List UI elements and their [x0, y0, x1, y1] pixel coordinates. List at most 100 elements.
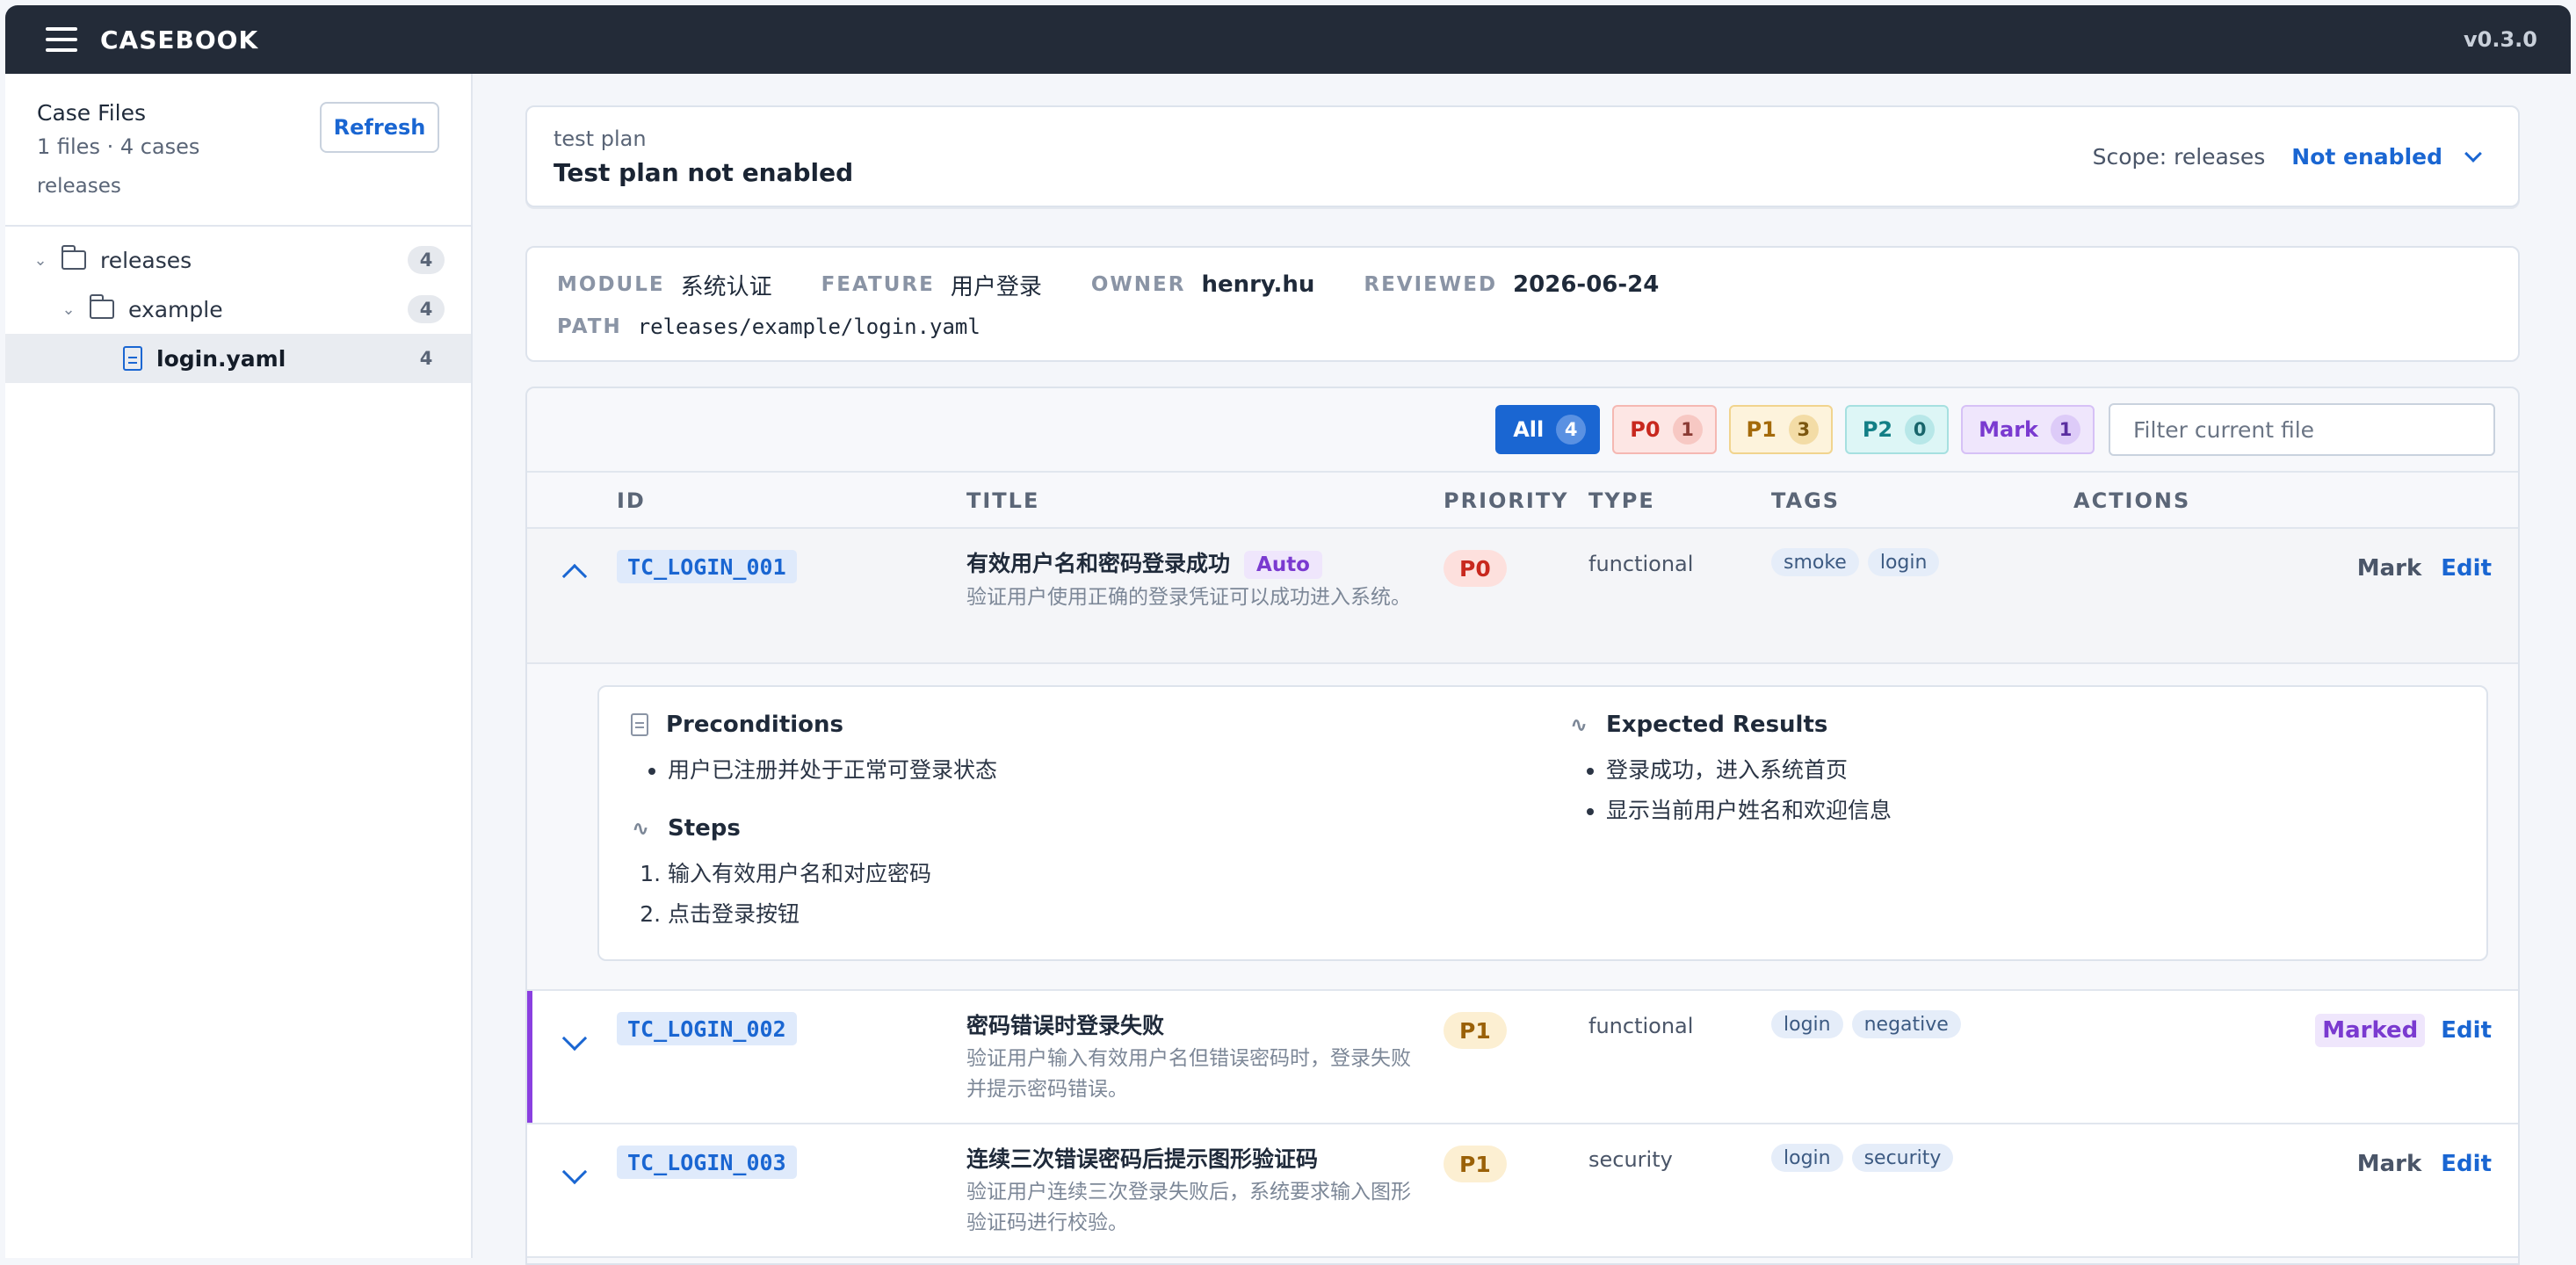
main-content: test plan Test plan not enabled Scope: r… [525, 105, 2520, 1265]
chip-count: 0 [1905, 415, 1936, 445]
filter-chip-all[interactable]: All 4 [1495, 405, 1601, 454]
chip-label: All [1513, 417, 1545, 442]
sidebar: Case Files 1 files · 4 cases releases Re… [5, 74, 473, 1258]
table-row[interactable]: TC_LOGIN_002 密码错误时登录失败 验证用户输入有效用户名但错误密码时… [527, 991, 2518, 1124]
steps-section: ∿ Steps 输入有效用户名和对应密码 点击登录按钮 [631, 815, 931, 935]
tree-item-login-yaml[interactable]: login.yaml 4 [5, 334, 471, 383]
case-id[interactable]: TC_LOGIN_003 [617, 1146, 797, 1179]
case-title-cell: 密码错误时登录失败 验证用户输入有效用户名但错误密码时，登录失败并提示密码错误。 [966, 1008, 1423, 1105]
mark-button[interactable]: Mark [2357, 555, 2422, 582]
precondition-item: 用户已注册并处于正常可登录状态 [668, 750, 997, 791]
case-id[interactable]: TC_LOGIN_001 [617, 550, 797, 583]
step-item: 输入有效用户名和对应密码 [668, 854, 931, 894]
column-header-type: TYPE [1588, 488, 1655, 513]
edit-button[interactable]: Edit [2441, 1151, 2492, 1177]
reviewed-value: 2026-06-24 [1513, 271, 1660, 298]
case-title: 密码错误时登录失败 [966, 1013, 1165, 1038]
folder-icon [61, 245, 86, 270]
preconditions-title: Preconditions [666, 712, 844, 738]
column-header-id: ID [617, 488, 646, 513]
module-key: MODULE [557, 273, 665, 296]
priority-badge: P1 [1444, 1012, 1507, 1049]
scope-text: Scope: releases [2092, 144, 2266, 170]
case-description: 验证用户连续三次登录失败后，系统要求输入图形验证码进行校验。 [966, 1181, 1411, 1234]
count-badge: 4 [408, 246, 445, 274]
chevron-down-icon[interactable] [2464, 144, 2482, 163]
filter-chip-mark[interactable]: Mark 1 [1961, 405, 2095, 454]
tag: login [1771, 1144, 1843, 1172]
chevron-down-icon[interactable]: ⌄ [32, 251, 49, 270]
case-title-cell: 连续三次错误密码后提示图形验证码 验证用户连续三次登录失败后，系统要求输入图形验… [966, 1142, 1423, 1239]
sidebar-header: Case Files 1 files · 4 cases releases Re… [5, 74, 471, 227]
case-title-cell: 有效用户名和密码登录成功 Auto 验证用户使用正确的登录凭证可以成功进入系统。 [966, 546, 1423, 613]
steps-title: Steps [668, 815, 741, 842]
activity-icon: ∿ [1569, 712, 1588, 737]
case-type: security [1588, 1147, 1673, 1172]
app-version: v0.3.0 [2464, 27, 2537, 52]
chip-label: P0 [1630, 417, 1661, 442]
chevron-down-icon[interactable] [561, 1025, 588, 1052]
row-actions: Marked Edit [2315, 1014, 2492, 1047]
cases-table: All 4 P0 1 P1 3 P2 0 Mark 1 ID TITL [525, 387, 2520, 1265]
tree-item-example[interactable]: ⌄ example 4 [5, 285, 471, 334]
file-icon [123, 346, 142, 371]
table-row[interactable]: TC_LOGIN_001 有效用户名和密码登录成功 Auto 验证用户使用正确的登… [527, 529, 2518, 664]
chip-label: Mark [1979, 417, 2038, 442]
chip-label: P2 [1862, 417, 1893, 442]
path-value: releases/example/login.yaml [637, 314, 980, 339]
tag-list: login security [1771, 1144, 1962, 1172]
expected-title: Expected Results [1606, 712, 1828, 738]
tree-item-releases[interactable]: ⌄ releases 4 [5, 235, 471, 285]
tag: login [1867, 548, 1940, 576]
auto-badge: Auto [1244, 551, 1322, 579]
row-actions: Mark Edit [2357, 1151, 2492, 1177]
module-value: 系统认证 [680, 273, 772, 300]
refresh-button[interactable]: Refresh [320, 102, 439, 153]
count-badge: 4 [408, 295, 445, 323]
chip-count: 1 [1672, 415, 1703, 445]
filter-bar: All 4 P0 1 P1 3 P2 0 Mark 1 [527, 388, 2518, 471]
filter-chip-p1[interactable]: P1 3 [1728, 405, 1833, 454]
count-badge: 4 [419, 348, 433, 369]
priority-badge: P0 [1444, 550, 1507, 587]
edit-button[interactable]: Edit [2441, 1017, 2492, 1044]
chevron-down-icon[interactable]: ⌄ [60, 300, 77, 319]
plan-select[interactable]: Not enabled [2291, 144, 2442, 170]
file-tree: ⌄ releases 4 ⌄ example 4 login.yaml 4 [5, 227, 471, 383]
column-header-priority: PRIORITY [1444, 488, 1569, 513]
feature-value: 用户登录 [950, 273, 1042, 300]
feature-key: FEATURE [821, 273, 935, 296]
table-row[interactable]: TC_LOGIN_003 连续三次错误密码后提示图形验证码 验证用户连续三次登录… [527, 1124, 2518, 1258]
expected-item: 显示当前用户姓名和欢迎信息 [1606, 791, 1892, 831]
tag-list: smoke login [1771, 548, 1948, 576]
edit-button[interactable]: Edit [2441, 555, 2492, 582]
case-title: 连续三次错误密码后提示图形验证码 [966, 1146, 1319, 1172]
owner-value: henry.hu [1201, 271, 1315, 298]
tree-item-label: login.yaml [156, 345, 286, 372]
case-type: functional [1588, 552, 1694, 576]
marked-button[interactable]: Marked [2315, 1014, 2426, 1047]
tree-item-label: releases [100, 247, 192, 273]
filter-chip-p2[interactable]: P2 0 [1844, 405, 1950, 454]
path-key: PATH [557, 315, 622, 338]
test-plan-card: test plan Test plan not enabled Scope: r… [525, 105, 2520, 207]
case-description: 验证用户输入有效用户名但错误密码时，登录失败并提示密码错误。 [966, 1047, 1411, 1101]
file-meta-card: MODULE 系统认证 FEATURE 用户登录 OWNER henry.hu … [525, 246, 2520, 362]
column-header-actions: ACTIONS [2073, 488, 2191, 513]
case-detail-box: Preconditions 用户已注册并处于正常可登录状态 ∿ Steps 输入有… [597, 685, 2488, 961]
case-id[interactable]: TC_LOGIN_002 [617, 1012, 797, 1045]
menu-icon[interactable] [46, 27, 77, 52]
owner-key: OWNER [1090, 273, 1186, 296]
filter-input[interactable] [2109, 403, 2495, 456]
reviewed-key: REVIEWED [1364, 273, 1498, 296]
case-description: 验证用户使用正确的登录凭证可以成功进入系统。 [966, 586, 1411, 609]
case-detail-panel: Preconditions 用户已注册并处于正常可登录状态 ∿ Steps 输入有… [527, 664, 2518, 991]
tag: negative [1851, 1010, 1961, 1038]
mark-button[interactable]: Mark [2357, 1151, 2422, 1177]
filter-chip-p0[interactable]: P0 1 [1612, 405, 1717, 454]
chevron-down-icon[interactable] [561, 1159, 588, 1185]
expected-results-section: ∿ Expected Results 登录成功，进入系统首页 显示当前用户姓名和欢… [1569, 712, 1892, 831]
expected-item: 登录成功，进入系统首页 [1606, 750, 1892, 791]
folder-icon [89, 294, 114, 319]
chevron-up-icon[interactable] [561, 563, 588, 589]
